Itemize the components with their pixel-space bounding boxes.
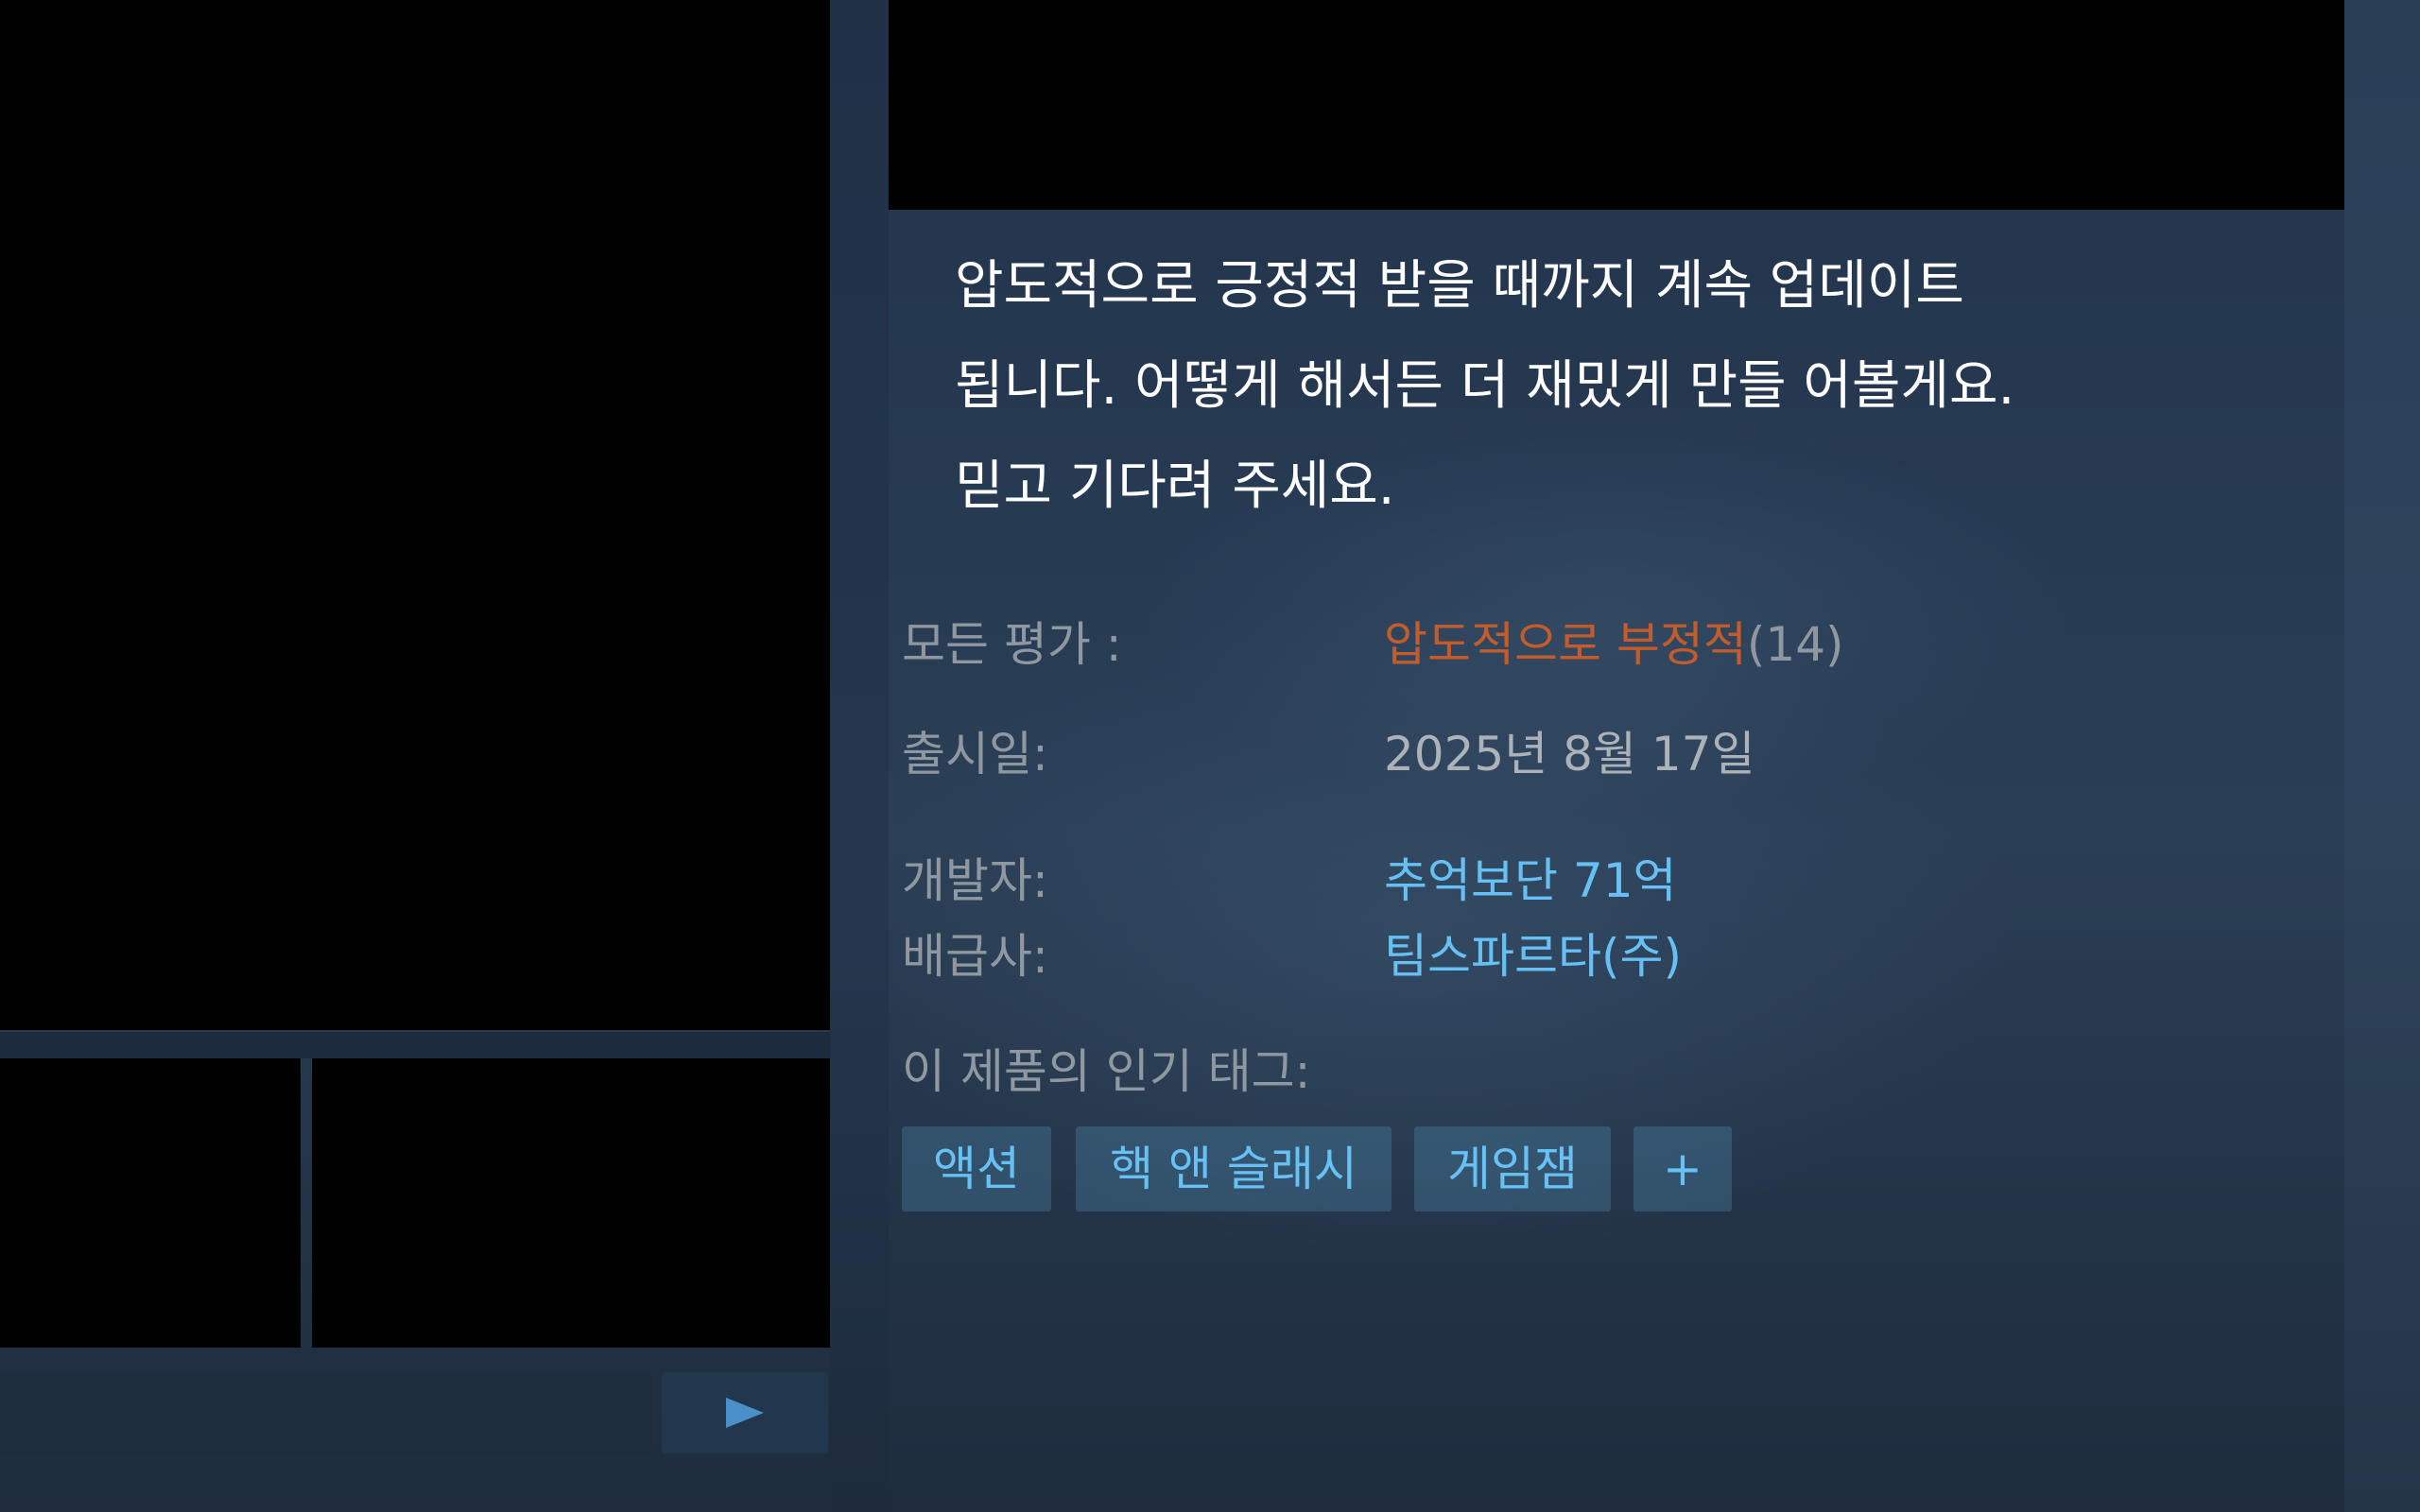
publisher-link[interactable]: 팀스파르타(주): [1384, 928, 1682, 985]
review-count: (14): [1746, 617, 1844, 672]
scroll-right-button[interactable]: [662, 1372, 828, 1453]
screenshot-thumbnail[interactable]: [312, 1058, 830, 1348]
screenshot-thumbnail[interactable]: [0, 1058, 301, 1348]
all-reviews-label: 모든 평가 :: [902, 617, 1122, 672]
review-rating[interactable]: 압도적으로 부정적: [1384, 617, 1747, 672]
tag-action[interactable]: 액션: [902, 1126, 1051, 1211]
game-description: 압도적으로 긍정적 받을 때까지 계속 업데이트 됩니다. 어떻게 해서든 더 …: [955, 255, 2015, 517]
developer-link[interactable]: 추억보단 71억: [1384, 852, 1677, 909]
popular-tags-label: 이 제품의 인기 태그:: [902, 1044, 1311, 1099]
all-reviews-summary[interactable]: 압도적으로 부정적(14): [1384, 616, 1844, 673]
right-background-strip: [2344, 0, 2420, 1512]
play-arrow-icon: [726, 1398, 764, 1428]
game-info-panel: 압도적으로 긍정적 받을 때까지 계속 업데이트 됩니다. 어떻게 해서든 더 …: [889, 210, 2344, 1512]
publisher-label: 배급사:: [902, 929, 1048, 984]
main-media-viewer[interactable]: [0, 0, 830, 1030]
release-date-label: 출시일:: [902, 727, 1048, 782]
release-date-value: 2025년 8월 17일: [1384, 727, 1755, 782]
game-header-image: [889, 0, 2344, 210]
developer-label: 개발자:: [902, 853, 1048, 908]
media-panel-gutter: [830, 0, 889, 1512]
tag-game-jam[interactable]: 게임잼: [1414, 1126, 1611, 1211]
thumbnail-strip-bar: [0, 1032, 830, 1058]
thumbnail-scrollbar[interactable]: [0, 1372, 652, 1455]
more-tags-button[interactable]: +: [1634, 1126, 1732, 1211]
tag-hack-and-slash[interactable]: 핵 앤 슬래시: [1076, 1126, 1392, 1211]
